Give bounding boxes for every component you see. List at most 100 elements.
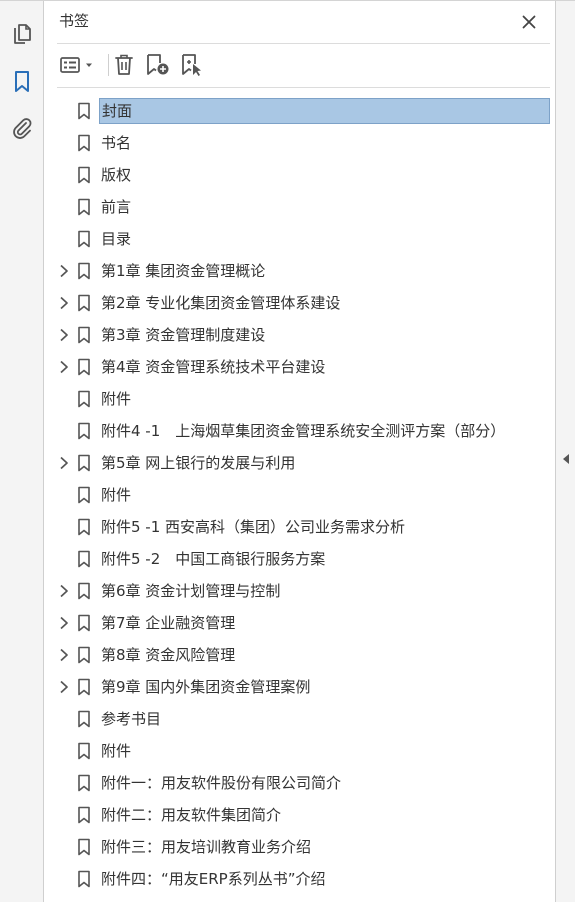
expand-toggle[interactable] — [55, 454, 73, 472]
chevron-right-icon — [60, 296, 68, 310]
bookmark-label: 第9章 国内外集团资金管理案例 — [101, 678, 311, 696]
bookmark-icon — [78, 294, 90, 312]
bookmark-row[interactable]: 附件4 -1 上海烟草集团资金管理系统安全测评方案（部分） — [45, 415, 555, 447]
close-icon — [522, 15, 536, 29]
expand-toggle[interactable] — [55, 294, 73, 312]
navigation-rail — [0, 1, 44, 902]
bookmark-label: 前言 — [101, 198, 132, 216]
bookmark-label: 附件 — [101, 742, 132, 760]
bookmark-row[interactable]: 第9章 国内外集团资金管理案例 — [45, 671, 555, 703]
bookmark-label: 附件 — [101, 486, 132, 504]
bookmark-icon — [78, 390, 90, 408]
bookmark-row[interactable]: 第2章 专业化集团资金管理体系建设 — [45, 287, 555, 319]
bookmarks-button[interactable] — [6, 66, 38, 98]
bookmark-icon — [78, 582, 90, 600]
bookmarks-panel: 书签 封面 书名 版权 前言 目录 第1章 集团资金管理概论 第2章 专业化集团… — [45, 1, 555, 902]
bookmark-label: 附件一：用友软件股份有限公司简介 — [101, 774, 342, 792]
bookmark-row[interactable]: 附件 — [45, 735, 555, 767]
bookmark-icon — [78, 262, 90, 280]
bookmark-icon — [78, 774, 90, 792]
delete-bookmark-button[interactable] — [112, 51, 136, 79]
bookmark-label: 第8章 资金风险管理 — [101, 646, 236, 664]
bookmark-row[interactable]: 附件5 -2 中国工商银行服务方案 — [45, 543, 555, 575]
bookmark-label: 版权 — [101, 166, 132, 184]
bookmark-row[interactable]: 封面 — [45, 95, 555, 127]
bookmark-row[interactable]: 书名 — [45, 127, 555, 159]
bookmark-icon — [78, 678, 90, 696]
bookmark-icon — [78, 166, 90, 184]
bookmark-label: 附件 — [101, 390, 132, 408]
bookmark-row[interactable]: 第7章 企业融资管理 — [45, 607, 555, 639]
bookmark-from-selection-button[interactable] — [179, 51, 205, 79]
triangle-left-icon — [563, 454, 569, 464]
bookmark-icon — [78, 646, 90, 664]
expand-toggle[interactable] — [55, 582, 73, 600]
bookmark-row[interactable]: 附件 — [45, 479, 555, 511]
panel-title: 书签 — [59, 12, 90, 30]
bookmark-row[interactable]: 版权 — [45, 159, 555, 191]
attachment-icon — [13, 118, 32, 139]
chevron-right-icon — [60, 680, 68, 694]
panel-header: 书签 — [45, 1, 555, 43]
bookmark-label: 书名 — [101, 134, 132, 152]
bookmark-row[interactable]: 参考书目 — [45, 703, 555, 735]
bookmark-row[interactable]: 目录 — [45, 223, 555, 255]
bookmark-icon — [78, 326, 90, 344]
bookmark-icon — [78, 870, 90, 888]
bookmark-icon — [78, 486, 90, 504]
bookmark-row[interactable]: 第5章 网上银行的发展与利用 — [45, 447, 555, 479]
bookmarks-window: 书签 封面 书名 版权 前言 目录 第1章 集团资金管理概论 第2章 专业化集团… — [0, 0, 575, 902]
bookmark-label: 附件四：“用友ERP系列丛书”介绍 — [101, 870, 326, 888]
expand-toggle[interactable] — [55, 614, 73, 632]
bookmark-icon — [78, 102, 90, 120]
bookmark-row[interactable]: 第6章 资金计划管理与控制 — [45, 575, 555, 607]
expand-toggle[interactable] — [55, 326, 73, 344]
expand-toggle[interactable] — [55, 678, 73, 696]
bookmark-row[interactable]: 第8章 资金风险管理 — [45, 639, 555, 671]
bookmark-label: 第7章 企业融资管理 — [101, 614, 236, 632]
bookmark-icon — [78, 358, 90, 376]
bookmark-label: 第5章 网上银行的发展与利用 — [101, 454, 296, 472]
bookmark-row[interactable]: 第1章 集团资金管理概论 — [45, 255, 555, 287]
expand-toggle[interactable] — [55, 262, 73, 280]
bookmark-icon — [78, 422, 90, 440]
bookmark-label: 封面 — [99, 98, 550, 124]
bookmark-row[interactable]: 附件5 -1 西安高科（集团）公司业务需求分析 — [45, 511, 555, 543]
expand-toggle[interactable] — [55, 358, 73, 376]
options-menu-button[interactable] — [59, 51, 97, 79]
new-bookmark-button[interactable] — [145, 51, 171, 79]
bookmark-label: 附件5 -2 中国工商银行服务方案 — [101, 550, 326, 568]
chevron-right-icon — [60, 264, 68, 278]
bookmark-row[interactable]: 附件 — [45, 383, 555, 415]
page-thumbnails-button[interactable] — [6, 19, 38, 51]
bookmark-label: 附件三：用友培训教育业务介绍 — [101, 838, 312, 856]
bookmark-row[interactable]: 前言 — [45, 191, 555, 223]
bookmark-row[interactable]: 附件二：用友软件集团简介 — [45, 799, 555, 831]
bookmark-row[interactable]: 附件一：用友软件股份有限公司简介 — [45, 767, 555, 799]
bookmark-label: 参考书目 — [101, 710, 162, 728]
bookmark-row[interactable]: 附件四：“用友ERP系列丛书”介绍 — [45, 863, 555, 895]
bookmark-icon — [78, 198, 90, 216]
bookmark-label: 目录 — [101, 230, 132, 248]
bookmark-icon — [78, 742, 90, 760]
bookmark-label: 附件二：用友软件集团简介 — [101, 806, 282, 824]
close-panel-button[interactable] — [517, 10, 541, 34]
bookmark-icon — [78, 518, 90, 536]
bookmark-icon — [15, 71, 29, 92]
bookmark-row[interactable]: 附件三：用友培训教育业务介绍 — [45, 831, 555, 863]
bookmark-row[interactable]: 第4章 资金管理系统技术平台建设 — [45, 351, 555, 383]
collapse-panel-handle[interactable] — [560, 451, 572, 467]
bookmark-icon — [78, 710, 90, 728]
bookmark-label: 第4章 资金管理系统技术平台建设 — [101, 358, 326, 376]
expand-toggle[interactable] — [55, 646, 73, 664]
attachments-button[interactable] — [6, 112, 38, 144]
bookmark-tree: 封面 书名 版权 前言 目录 第1章 集团资金管理概论 第2章 专业化集团资金管理体系建设第… — [45, 95, 555, 895]
bookmark-label: 第3章 资金管理制度建设 — [101, 326, 266, 344]
chevron-right-icon — [60, 456, 68, 470]
bookmark-icon — [78, 550, 90, 568]
bookmarks-toolbar — [45, 44, 555, 86]
chevron-right-icon — [60, 360, 68, 374]
bookmark-row[interactable]: 第3章 资金管理制度建设 — [45, 319, 555, 351]
new-bookmark-icon — [147, 54, 169, 75]
chevron-right-icon — [60, 328, 68, 342]
